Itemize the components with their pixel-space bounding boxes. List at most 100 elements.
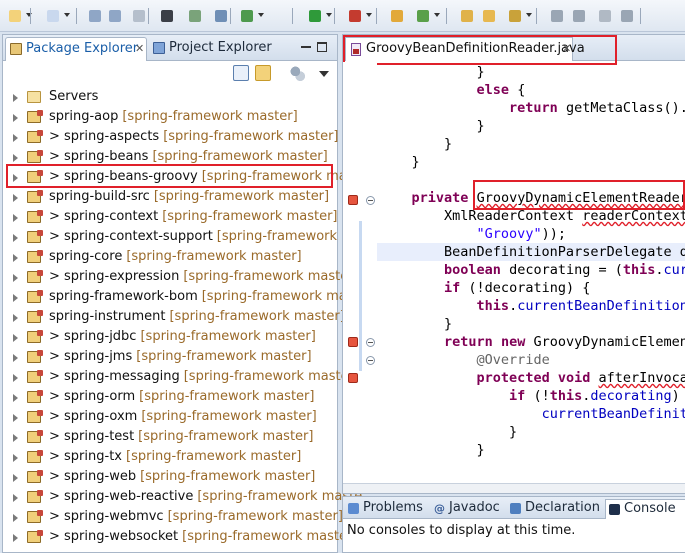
expand-arrow-icon[interactable]: [13, 374, 18, 382]
error-marker-icon[interactable]: [348, 337, 358, 347]
dropdown-arrow-icon[interactable]: [26, 13, 32, 17]
tree-item[interactable]: > spring-messaging [spring-framework mast…: [3, 367, 359, 387]
expand-arrow-icon[interactable]: [13, 134, 18, 142]
tree-item[interactable]: > spring-orm [spring-framework master]: [3, 387, 337, 407]
refresh-icon[interactable]: [212, 7, 230, 25]
error-marker-icon[interactable]: [348, 195, 358, 205]
close-icon[interactable]: ✕: [135, 42, 144, 55]
code-area[interactable]: } else { return getMetaClass().g } } } p…: [377, 63, 685, 459]
expand-arrow-icon[interactable]: [13, 334, 18, 342]
dropdown-arrow-icon[interactable]: [258, 13, 264, 17]
expand-arrow-icon[interactable]: [13, 474, 18, 482]
search-icon[interactable]: [506, 7, 532, 25]
save-all-icon[interactable]: [106, 7, 124, 25]
tree-item[interactable]: > spring-jms [spring-framework master]: [3, 347, 337, 367]
open-type-icon[interactable]: [186, 7, 204, 25]
save-icon[interactable]: [86, 7, 104, 25]
horizontal-scrollbar[interactable]: [343, 483, 685, 493]
next-annotation-icon[interactable]: [570, 7, 588, 25]
dropdown-arrow-icon[interactable]: [326, 13, 332, 17]
minimize-icon[interactable]: [301, 42, 311, 48]
tree-item[interactable]: spring-build-src [spring-framework master…: [3, 187, 337, 207]
tree-item[interactable]: > spring-context [spring-framework master…: [3, 207, 338, 227]
expand-arrow-icon[interactable]: [13, 294, 18, 302]
repo-label: [spring-framework master]: [169, 309, 345, 324]
tab-javadoc[interactable]: @ Javadoc: [431, 499, 505, 519]
expand-arrow-icon[interactable]: [13, 494, 18, 502]
expand-arrow-icon[interactable]: [13, 194, 18, 202]
fold-collapse-icon[interactable]: [366, 356, 375, 365]
expand-arrow-icon[interactable]: [13, 254, 18, 262]
repo-label: [spring-framework master]: [162, 209, 338, 224]
new-java-project-icon[interactable]: [388, 7, 406, 25]
tree-item[interactable]: > spring-context-support [spring-framewor…: [3, 227, 362, 247]
tab-package-explorer[interactable]: Package Explorer: [5, 37, 147, 61]
console-icon[interactable]: [158, 7, 176, 25]
project-name: spring-oxm: [64, 409, 138, 424]
prev-annotation-icon[interactable]: [548, 7, 566, 25]
link-with-editor-icon[interactable]: [255, 65, 271, 81]
error-marker-icon[interactable]: [348, 373, 358, 383]
repo-label: [spring-framework master]: [153, 189, 330, 204]
expand-arrow-icon[interactable]: [13, 394, 18, 402]
tree-item[interactable]: > spring-tx [spring-framework master]: [3, 447, 337, 467]
dropdown-arrow-icon[interactable]: [434, 13, 440, 17]
dropdown-arrow-icon[interactable]: [366, 13, 372, 17]
maximize-icon[interactable]: [317, 42, 327, 52]
tree-item[interactable]: spring-framework-bom [spring-framework ma…: [3, 287, 359, 307]
expand-arrow-icon[interactable]: [13, 354, 18, 362]
tree-item[interactable]: spring-aop [spring-framework master]: [3, 107, 337, 127]
dropdown-arrow-icon[interactable]: [526, 13, 532, 17]
expand-arrow-icon[interactable]: [13, 114, 18, 122]
run-icon[interactable]: [306, 7, 332, 25]
expand-arrow-icon[interactable]: [13, 94, 18, 102]
collapse-all-icon[interactable]: [233, 65, 249, 81]
focus-icon[interactable]: [289, 65, 305, 81]
tree-item[interactable]: > spring-expression [spring-framework mas…: [3, 267, 359, 287]
tree-item[interactable]: spring-instrument [spring-framework maste…: [3, 307, 345, 327]
tree-item[interactable]: spring-core [spring-framework master]: [3, 247, 337, 267]
toggle-mark-icon[interactable]: [596, 7, 614, 25]
expand-arrow-icon[interactable]: [13, 274, 18, 282]
expand-arrow-icon[interactable]: [13, 314, 18, 322]
expand-arrow-icon[interactable]: [13, 154, 18, 162]
tab-project-explorer[interactable]: Project Explorer: [149, 37, 299, 61]
new-icon-glyph: [9, 10, 21, 22]
tab-problems[interactable]: Problems: [345, 499, 429, 519]
fold-collapse-icon[interactable]: [366, 338, 375, 347]
dropdown-arrow-icon[interactable]: [64, 13, 70, 17]
project-name: spring-test: [64, 429, 135, 444]
tree-item[interactable]: > spring-webmvc [spring-framework master]: [3, 507, 343, 527]
tree-item[interactable]: > spring-web [spring-framework master]: [3, 467, 337, 487]
git-decorator-icon: [37, 230, 43, 236]
fold-collapse-icon[interactable]: [366, 196, 375, 205]
tree-item[interactable]: > spring-aspects [spring-framework master…: [3, 127, 339, 147]
tree-item[interactable]: > spring-oxm [spring-framework master]: [3, 407, 337, 427]
new-icon[interactable]: [6, 7, 32, 25]
external-tools-icon[interactable]: [346, 7, 372, 25]
run-debug-icon[interactable]: [238, 7, 264, 25]
expand-arrow-icon[interactable]: [13, 434, 18, 442]
tree-item[interactable]: > spring-web-reactive [spring-framework m…: [3, 487, 362, 507]
expand-arrow-icon[interactable]: [13, 414, 18, 422]
print-icon[interactable]: [130, 7, 148, 25]
new-wizard-icon[interactable]: [44, 7, 70, 25]
paragraph-icon[interactable]: [618, 7, 636, 25]
tree-item[interactable]: > spring-test [spring-framework master]: [3, 427, 337, 447]
new-class-icon[interactable]: [414, 7, 440, 25]
expand-arrow-icon[interactable]: [13, 234, 18, 242]
open-folder-icon[interactable]: [458, 7, 476, 25]
project-icon: [27, 130, 43, 143]
tab-declaration[interactable]: Declaration: [507, 499, 603, 519]
expand-arrow-icon[interactable]: [13, 454, 18, 462]
tree-item[interactable]: > spring-jdbc [spring-framework master]: [3, 327, 337, 347]
tab-console[interactable]: Console: [605, 499, 685, 519]
expand-arrow-icon[interactable]: [13, 214, 18, 222]
tree-item[interactable]: Servers: [3, 87, 337, 107]
tree-item-label: > spring-orm [spring-framework master]: [49, 387, 314, 407]
view-menu-icon[interactable]: [319, 71, 329, 77]
open-task-icon[interactable]: [480, 7, 498, 25]
expand-arrow-icon[interactable]: [13, 514, 18, 522]
tree-item[interactable]: > spring-websocket [spring-framework mast…: [3, 527, 357, 547]
expand-arrow-icon[interactable]: [13, 534, 18, 542]
